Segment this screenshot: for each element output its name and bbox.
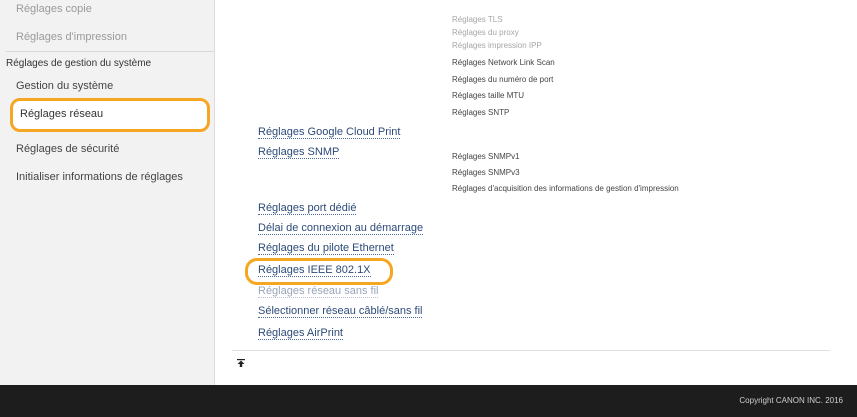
link-ethernet-driver[interactable]: Réglages du pilote Ethernet [258,242,394,255]
link-select-network[interactable]: Sélectionner réseau câblé/sans fil [258,305,423,318]
sidebar-item-print[interactable]: Réglages d'impression [16,31,230,43]
link-wireless[interactable]: Réglages réseau sans fil [258,285,379,298]
sidebar-item-system[interactable]: Gestion du système [16,80,230,92]
link-airprint[interactable]: Réglages AirPrint [258,327,343,340]
link-snmp[interactable]: Réglages SNMP [258,146,340,159]
sidebar-item-init[interactable]: Initialiser informations de réglages [16,171,230,183]
subitem-proxy[interactable]: Réglages du proxy [452,28,519,37]
link-startup-delay[interactable]: Délai de connexion au démarrage [258,222,424,235]
top-arrow-icon[interactable] [236,358,246,371]
content-divider [232,350,830,351]
subitem-port-number[interactable]: Réglages du numéro de port [452,75,553,84]
sidebar-item-network[interactable]: Réglages réseau [20,108,234,120]
subitem-ipp[interactable]: Réglages impression IPP [452,41,542,50]
sidebar-item-copy[interactable]: Réglages copie [16,3,230,15]
subitem-snmpv1[interactable]: Réglages SNMPv1 [452,152,520,161]
subitem-mtu[interactable]: Réglages taille MTU [452,91,524,100]
subitem-print-mgmt-info[interactable]: Réglages d'acquisition des informations … [452,184,679,193]
footer: Copyright CANON INC. 2016 [0,385,857,417]
sidebar: Réglages copie Réglages d'impression Rég… [0,0,215,385]
ieee8021x-highlight-ring [245,258,393,285]
sidebar-section-header: Réglages de gestion du système [6,58,152,69]
subitem-snmpv3[interactable]: Réglages SNMPv3 [452,168,520,177]
sidebar-divider [6,51,214,52]
link-google-cloud-print[interactable]: Réglages Google Cloud Print [258,126,401,139]
sidebar-item-security[interactable]: Réglages de sécurité [16,143,230,155]
subitem-tls[interactable]: Réglages TLS [452,15,503,24]
subitem-network-link-scan[interactable]: Réglages Network Link Scan [452,58,555,67]
copyright-text: Copyright CANON INC. 2016 [739,396,843,405]
subitem-sntp[interactable]: Réglages SNTP [452,108,509,117]
link-dedicated-port[interactable]: Réglages port dédié [258,202,357,215]
